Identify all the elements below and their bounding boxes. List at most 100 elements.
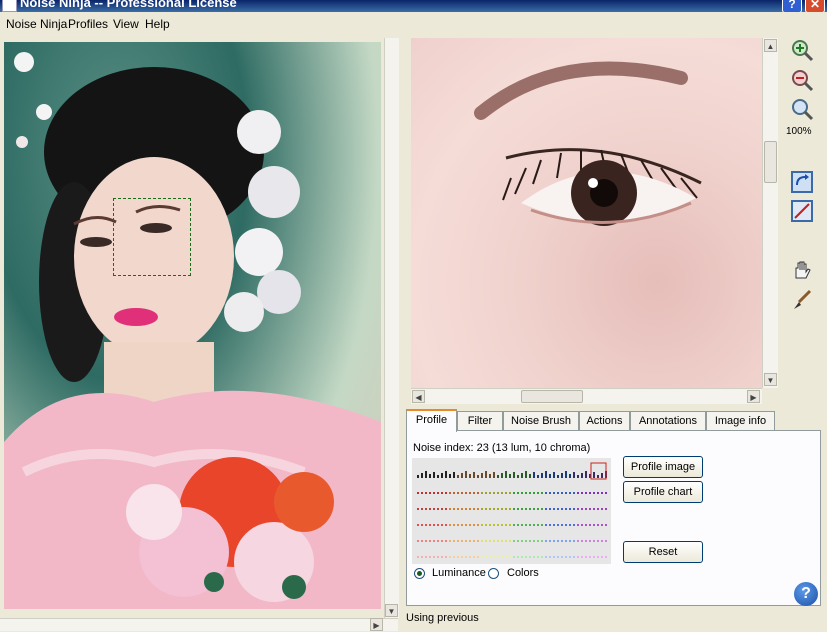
noise-bar xyxy=(497,508,499,510)
noise-bar xyxy=(453,508,455,510)
noise-bar xyxy=(417,492,419,494)
zoom-in-icon[interactable] xyxy=(790,38,814,62)
preview-vscroll-thumb[interactable] xyxy=(764,141,777,183)
noise-bar xyxy=(529,508,531,510)
tab-noise-brush[interactable]: Noise Brush xyxy=(503,411,579,430)
left-horizontal-scrollbar[interactable]: ▶ xyxy=(0,618,398,631)
noise-bar xyxy=(497,556,499,558)
noise-bar xyxy=(457,556,459,558)
noise-bar xyxy=(501,524,503,526)
noise-bar xyxy=(581,524,583,526)
noise-bar xyxy=(477,524,479,526)
noise-bar xyxy=(425,492,427,494)
menu-noise-ninja[interactable]: Noise Ninja xyxy=(6,17,67,31)
preview-horizontal-scrollbar[interactable]: ◀ ▶ xyxy=(411,388,762,404)
zoom-fit-icon[interactable] xyxy=(790,97,814,121)
left-vertical-scrollbar[interactable]: ▼ xyxy=(384,38,399,618)
close-button[interactable]: ✕ xyxy=(805,0,825,12)
noise-bar xyxy=(497,540,499,542)
noise-bar xyxy=(525,471,527,478)
tab-filter[interactable]: Filter xyxy=(457,411,503,430)
noise-bar xyxy=(601,473,603,478)
noise-bar xyxy=(497,475,499,478)
noise-bar xyxy=(513,508,515,510)
profile-chart-button[interactable]: Profile chart xyxy=(623,481,703,503)
noise-bar xyxy=(581,540,583,542)
noise-bar xyxy=(529,556,531,558)
noise-bar xyxy=(501,556,503,558)
rotate-icon[interactable] xyxy=(790,170,814,194)
tab-image-info[interactable]: Image info xyxy=(706,411,775,430)
noise-bar xyxy=(505,492,507,494)
noise-bar xyxy=(577,524,579,526)
scroll-right-arrow[interactable]: ▶ xyxy=(370,618,383,631)
noise-bar xyxy=(417,524,419,526)
noise-bar xyxy=(481,540,483,542)
noise-bar xyxy=(581,492,583,494)
noise-bar xyxy=(545,508,547,510)
scroll-down-arrow[interactable]: ▼ xyxy=(385,604,398,617)
noise-bar xyxy=(601,524,603,526)
noise-bar xyxy=(493,556,495,558)
reset-button[interactable]: Reset xyxy=(623,541,703,563)
source-image[interactable] xyxy=(4,42,381,609)
noise-bar xyxy=(441,492,443,494)
preview-scroll-right-arrow[interactable]: ▶ xyxy=(747,390,760,403)
noise-bar xyxy=(573,524,575,526)
noise-bar xyxy=(465,471,467,478)
preview-scroll-left-arrow[interactable]: ◀ xyxy=(412,390,425,403)
preview-scroll-down-arrow[interactable]: ▼ xyxy=(764,373,777,386)
help-icon[interactable]: ? xyxy=(794,582,818,606)
tab-profile[interactable]: Profile xyxy=(406,409,457,432)
noise-bar xyxy=(577,556,579,558)
help-title-button[interactable]: ? xyxy=(782,0,802,12)
profile-image-button[interactable]: Profile image xyxy=(623,456,703,478)
noise-bar xyxy=(421,492,423,494)
noise-bar xyxy=(485,471,487,478)
noise-bar xyxy=(509,492,511,494)
hand-icon[interactable] xyxy=(790,258,814,282)
noise-bar xyxy=(565,471,567,478)
noise-bar xyxy=(605,524,607,526)
noise-bar xyxy=(417,508,419,510)
noise-bar xyxy=(585,524,587,526)
noise-bar xyxy=(485,540,487,542)
noise-bar xyxy=(417,556,419,558)
noise-bar xyxy=(553,492,555,494)
noise-profile-chart[interactable] xyxy=(412,458,611,564)
noise-bar xyxy=(501,508,503,510)
noise-bar xyxy=(433,556,435,558)
noise-bar xyxy=(481,556,483,558)
colors-radio[interactable] xyxy=(488,568,499,579)
noise-bar xyxy=(593,540,595,542)
preview-vertical-scrollbar[interactable]: ▲ ▼ xyxy=(762,38,778,388)
noise-bar xyxy=(601,508,603,510)
tab-bar: Profile Filter Noise Brush Actions Annot… xyxy=(406,409,827,432)
menu-help[interactable]: Help xyxy=(145,17,170,31)
menu-view[interactable]: View xyxy=(113,17,139,31)
brush-icon[interactable] xyxy=(790,288,814,312)
noise-bar xyxy=(509,556,511,558)
luminance-radio[interactable] xyxy=(414,568,425,579)
noise-bar xyxy=(605,492,607,494)
preview-hscroll-thumb[interactable] xyxy=(521,390,583,403)
noise-bar xyxy=(597,492,599,494)
crop-icon[interactable] xyxy=(790,199,814,223)
noise-bar xyxy=(577,540,579,542)
noise-bar xyxy=(605,556,607,558)
tab-annotations[interactable]: Annotations xyxy=(630,411,706,430)
zoom-out-icon[interactable] xyxy=(790,68,814,92)
preview-image[interactable] xyxy=(411,38,762,388)
menu-profiles[interactable]: Profiles xyxy=(68,17,108,31)
noise-bar xyxy=(589,524,591,526)
preview-scroll-up-arrow[interactable]: ▲ xyxy=(764,39,777,52)
noise-bar xyxy=(493,524,495,526)
noise-bar xyxy=(517,475,519,478)
eye-closeup-illustration xyxy=(474,61,702,226)
tab-actions[interactable]: Actions xyxy=(579,411,630,430)
noise-bar xyxy=(473,540,475,542)
noise-bar xyxy=(421,508,423,510)
noise-bar xyxy=(585,471,587,478)
noise-bar xyxy=(453,492,455,494)
selection-box[interactable] xyxy=(113,198,191,276)
